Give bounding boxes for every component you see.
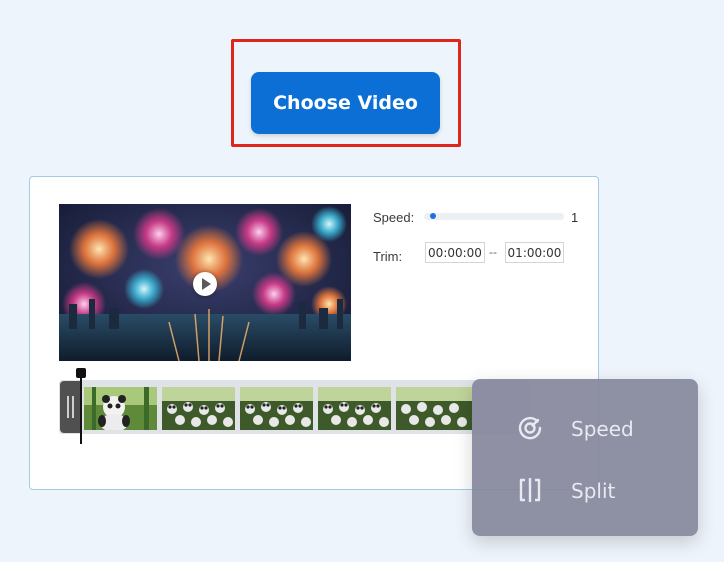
menu-item-label: Speed	[571, 417, 634, 441]
menu-item-label: Split	[571, 479, 616, 503]
playhead[interactable]	[80, 372, 82, 444]
timeline-frame	[84, 387, 157, 430]
timeline-frame	[318, 387, 391, 430]
trim-start-input[interactable]: 00:00:00	[425, 242, 485, 263]
timeline-frame	[162, 387, 235, 430]
trim-end-input[interactable]: 01:00:00	[505, 242, 564, 263]
timeline-frame	[396, 387, 472, 430]
menu-item-speed[interactable]: Speed	[472, 404, 698, 450]
video-preview[interactable]	[59, 204, 351, 361]
menu-item-split[interactable]: Split	[472, 466, 698, 512]
trim-separator: --	[489, 245, 497, 259]
context-menu: Speed Split	[472, 379, 698, 536]
speed-value: 1	[571, 210, 579, 225]
speed-slider-knob[interactable]	[429, 213, 436, 219]
playhead-handle[interactable]	[76, 368, 86, 378]
play-button[interactable]	[193, 272, 217, 296]
speed-label: Speed:	[373, 210, 415, 225]
speedometer-icon	[518, 416, 542, 440]
split-icon	[519, 478, 541, 502]
choose-video-button[interactable]: Choose Video	[251, 72, 440, 134]
timeline-frame	[240, 387, 313, 430]
trim-label: Trim:	[373, 249, 403, 264]
trim-start-handle[interactable]	[60, 381, 80, 433]
play-icon	[202, 278, 211, 290]
speed-slider[interactable]	[424, 213, 564, 220]
